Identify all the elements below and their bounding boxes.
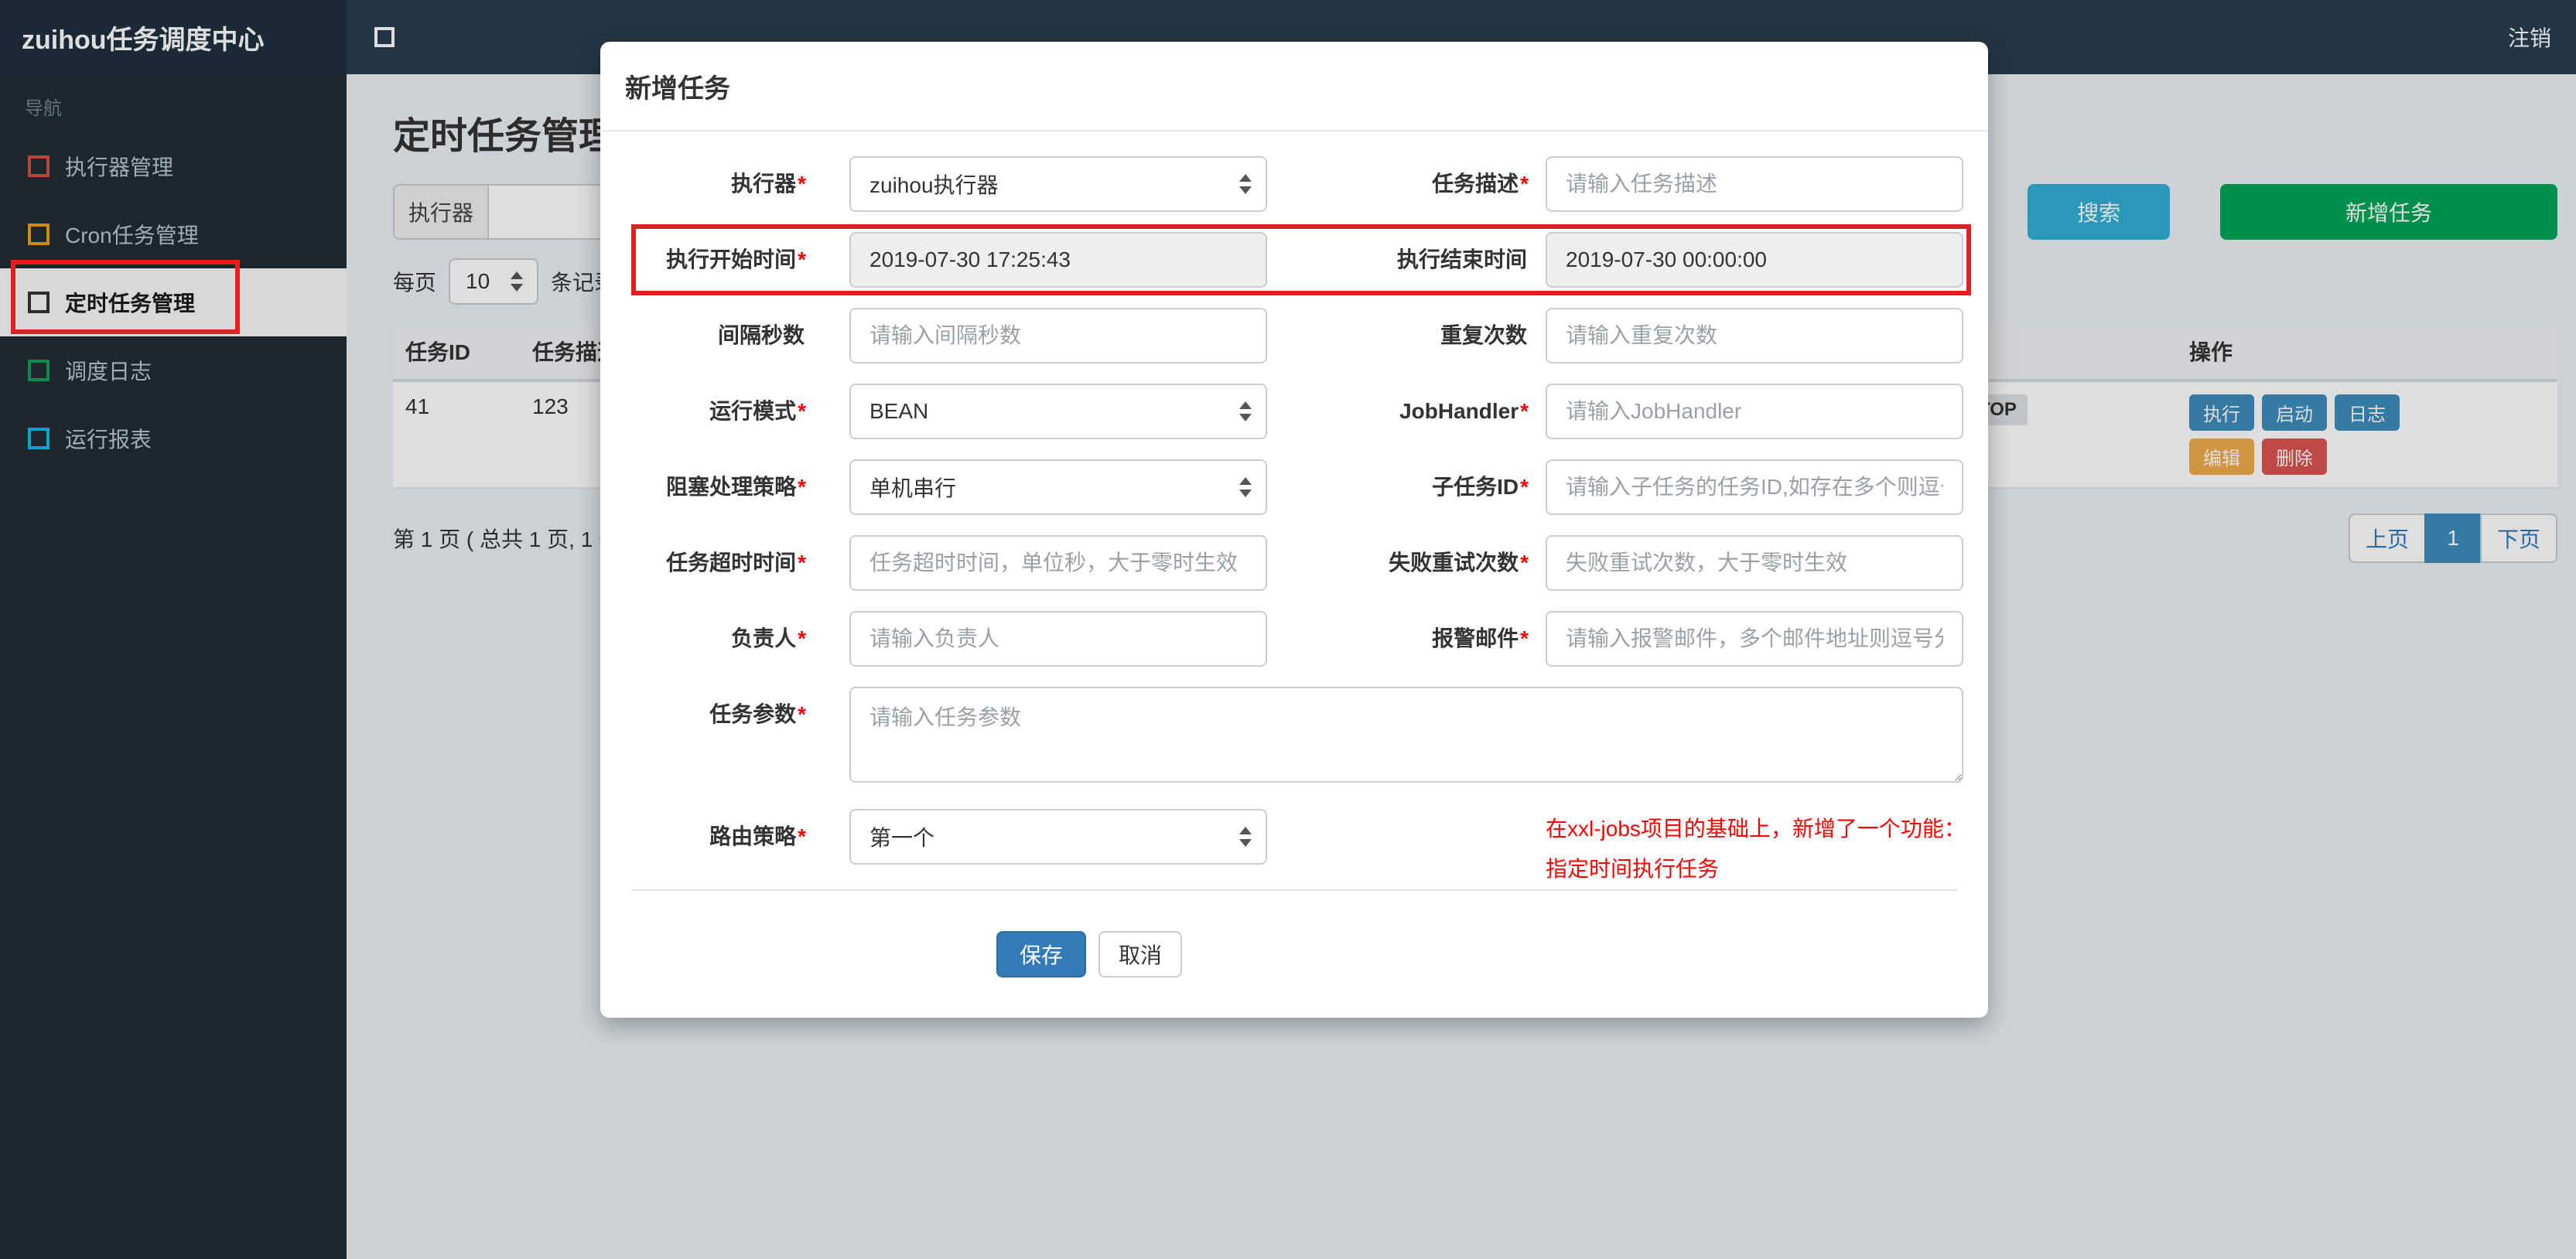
- job-desc-label: 任务描述 *: [1432, 172, 1529, 196]
- modal-footer: 保存 取消: [880, 891, 1298, 978]
- block-strategy-select[interactable]: 单机串行: [849, 459, 1267, 515]
- timeout-input[interactable]: [849, 535, 1267, 591]
- run-mode-select-value: BEAN: [869, 399, 929, 423]
- route-strategy-label: 路由策略 *: [709, 824, 806, 848]
- select-caret-icon: [1239, 401, 1252, 421]
- route-strategy-select[interactable]: 第一个: [849, 809, 1267, 865]
- run-mode-label: 运行模式 *: [709, 399, 806, 423]
- route-strategy-select-value: 第一个: [869, 826, 935, 850]
- cancel-button[interactable]: 取消: [1098, 931, 1183, 978]
- timeout-label: 任务超时时间 *: [666, 551, 806, 575]
- add-job-modal: 新增任务 执行器* zuihou执行器 任务描述* 执行开始时间* 执行结束时间: [600, 42, 1988, 1018]
- block-strategy-label: 阻塞处理策略 *: [666, 475, 806, 499]
- start-time-label: 执行开始时间 *: [666, 247, 806, 271]
- end-time-label: 执行结束时间: [1396, 247, 1527, 271]
- save-button[interactable]: 保存: [996, 931, 1086, 978]
- select-caret-icon: [1239, 174, 1252, 194]
- jobhandler-input[interactable]: [1546, 384, 1963, 439]
- block-strategy-select-value: 单机串行: [869, 476, 957, 500]
- feature-note-line1: 在xxl-jobs项目的基础上，新增了一个功能：: [1546, 817, 1966, 841]
- run-mode-select[interactable]: BEAN: [849, 384, 1267, 439]
- child-job-input[interactable]: [1546, 459, 1963, 515]
- owner-label: 负责人 *: [731, 626, 806, 650]
- start-time-input[interactable]: [849, 232, 1267, 288]
- select-caret-icon: [1239, 827, 1252, 847]
- retry-label: 失败重试次数 *: [1389, 551, 1529, 575]
- jobhandler-label: JobHandler *: [1399, 399, 1529, 423]
- select-caret-icon: [1239, 477, 1252, 497]
- repeat-label: 重复次数: [1440, 323, 1527, 347]
- modal-header: 新增任务: [600, 42, 1988, 131]
- executor-select[interactable]: zuihou执行器: [849, 156, 1267, 212]
- feature-note: 在xxl-jobs项目的基础上，新增了一个功能： 指定时间执行任务: [1546, 809, 1979, 889]
- modal-body: 执行器* zuihou执行器 任务描述* 执行开始时间* 执行结束时间: [600, 131, 1988, 978]
- job-param-label: 任务参数 *: [709, 702, 806, 726]
- interval-input[interactable]: [849, 308, 1267, 363]
- alarm-email-input[interactable]: [1546, 611, 1963, 667]
- repeat-input[interactable]: [1546, 308, 1963, 363]
- end-time-input[interactable]: [1546, 232, 1963, 288]
- job-desc-input[interactable]: [1546, 156, 1963, 212]
- modal-title: 新增任务: [625, 73, 730, 104]
- child-job-label: 子任务ID *: [1432, 475, 1529, 499]
- executor-label: 执行器 *: [731, 172, 806, 196]
- interval-label: 间隔秒数: [717, 323, 805, 347]
- owner-input[interactable]: [849, 611, 1267, 667]
- alarm-email-label: 报警邮件 *: [1432, 626, 1529, 650]
- retry-input[interactable]: [1546, 535, 1963, 591]
- feature-note-line2: 指定时间执行任务: [1546, 857, 1720, 881]
- job-param-textarea[interactable]: [849, 687, 1963, 783]
- executor-select-value: zuihou执行器: [869, 173, 999, 197]
